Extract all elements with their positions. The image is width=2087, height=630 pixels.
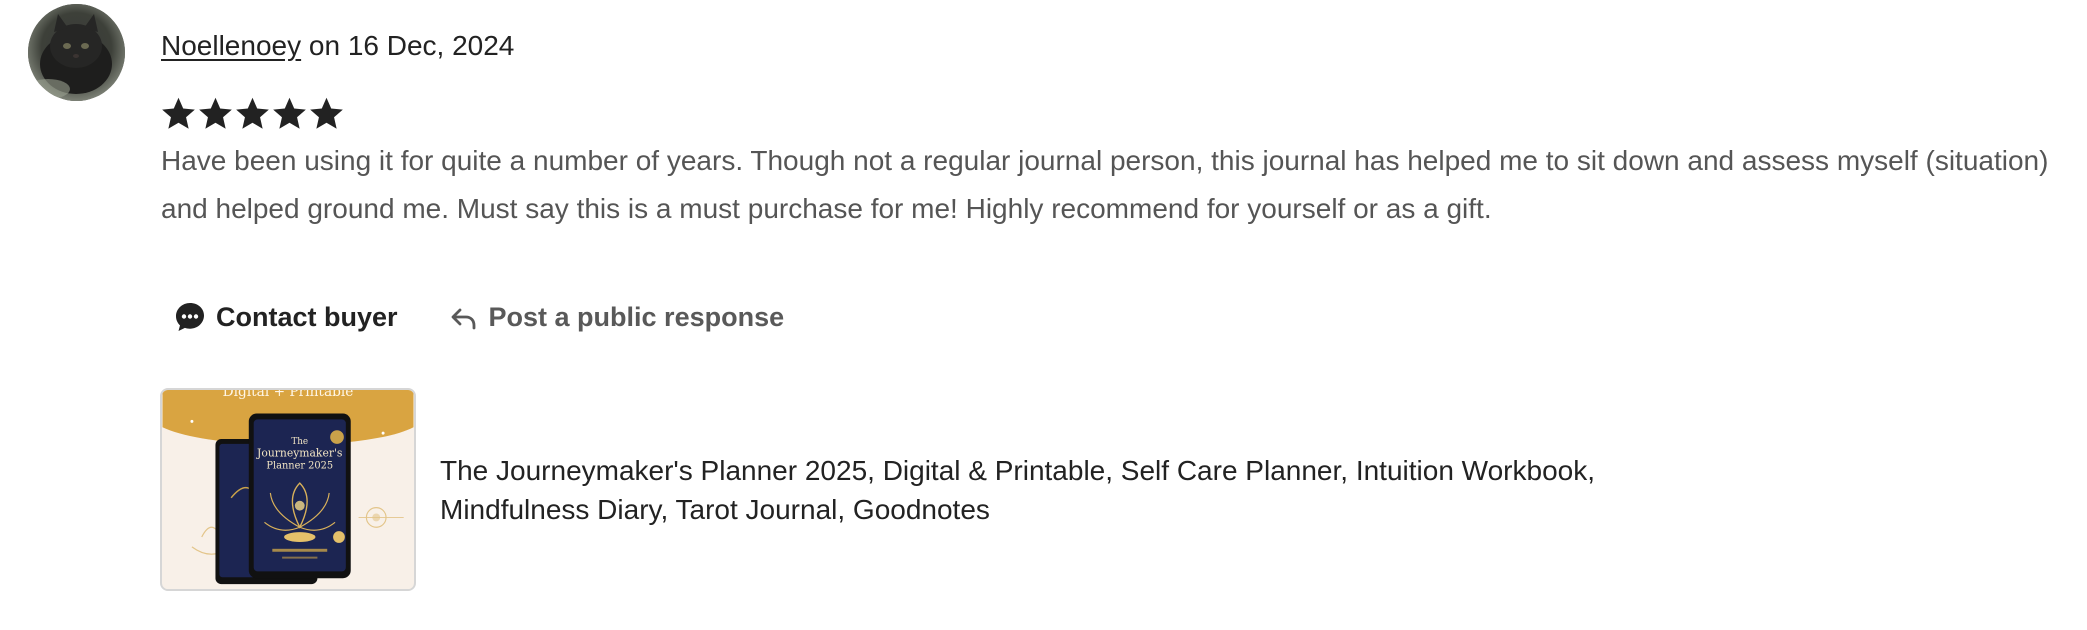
product-thumbnail[interactable]: Digital + Printable The Journeymaker's P… xyxy=(160,388,416,591)
contact-buyer-button[interactable]: Contact buyer xyxy=(160,301,398,333)
planner-cover-image: Digital + Printable The Journeymaker's P… xyxy=(162,390,414,589)
review-card: Noellenoey on 16 Dec, 2024 Have been usi… xyxy=(0,0,2087,630)
review-text: Have been using it for quite a number of… xyxy=(161,145,2049,224)
star-icon xyxy=(236,97,269,129)
avatar[interactable] xyxy=(28,4,125,101)
thumbnail-title-line3: Planner 2025 xyxy=(266,460,333,471)
star-icon xyxy=(199,97,232,129)
cat-photo xyxy=(28,4,125,101)
contact-buyer-label: Contact buyer xyxy=(216,301,398,332)
reply-arrow-icon xyxy=(449,302,479,332)
thumbnail-title-line1: The xyxy=(291,437,308,447)
star-icon xyxy=(310,97,343,129)
post-public-response-button[interactable]: Post a public response xyxy=(449,301,785,333)
review-actions: Contact buyer Post a public response xyxy=(160,296,784,338)
product-title-link[interactable]: The Journeymaker's Planner 2025, Digital… xyxy=(440,451,1700,529)
post-public-response-label: Post a public response xyxy=(488,301,785,332)
star-rating xyxy=(160,95,345,133)
purchased-product: Digital + Printable The Journeymaker's P… xyxy=(160,388,1700,591)
review-date: on 16 Dec, 2024 xyxy=(301,30,515,61)
thumbnail-title-line2: Journeymaker's xyxy=(256,447,342,460)
reviewer-username-link[interactable]: Noellenoey xyxy=(161,30,301,61)
chat-bubble-icon xyxy=(174,301,206,333)
thumbnail-banner: Digital + Printable xyxy=(223,390,354,400)
star-icon xyxy=(162,97,195,129)
star-icon xyxy=(273,97,306,129)
review-meta: Noellenoey on 16 Dec, 2024 xyxy=(161,26,514,66)
